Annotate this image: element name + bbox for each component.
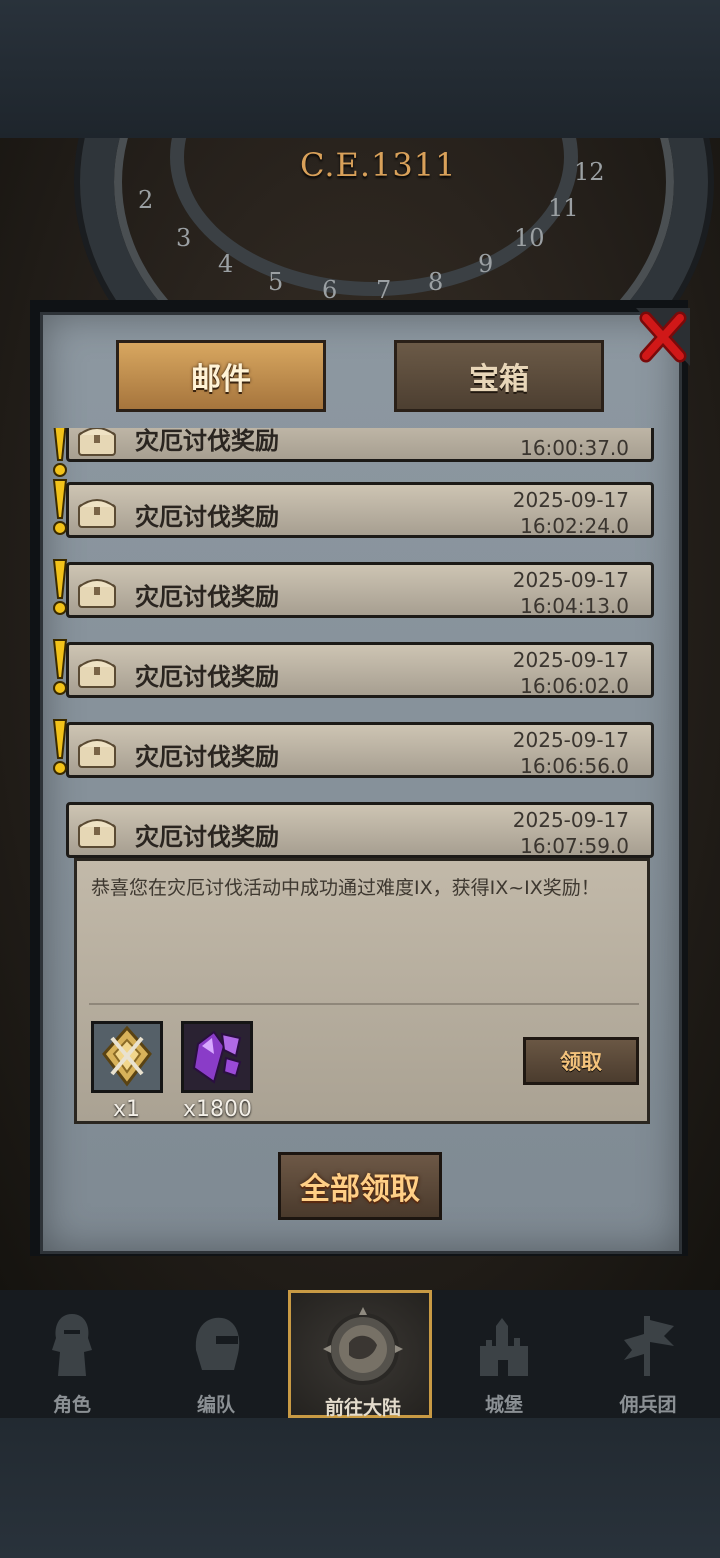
mail-title: 灾厄讨伐奖励 xyxy=(135,428,279,455)
nav-label: 编队 xyxy=(196,1394,235,1416)
year-label: C.E.1311 xyxy=(300,146,457,184)
chest-icon xyxy=(78,659,116,688)
chest-icon xyxy=(78,819,116,848)
month-number: 8 xyxy=(428,268,444,296)
nav-item-castle[interactable]: 城堡 xyxy=(432,1290,576,1418)
mail-time: 16:07:59.0 xyxy=(520,834,629,858)
medal-icon xyxy=(102,1025,152,1087)
close-icon xyxy=(636,308,690,366)
unread-alert-icon xyxy=(52,719,68,775)
reward-count: x1 xyxy=(113,1097,141,1122)
nav-label: 城堡 xyxy=(484,1394,523,1416)
nav-item-formation[interactable]: 编队 xyxy=(144,1290,288,1418)
chest-icon xyxy=(78,579,116,608)
month-number: 5 xyxy=(268,268,284,296)
reward-count: x1800 xyxy=(183,1097,253,1122)
nav-label: 前往大陆 xyxy=(324,1397,401,1419)
chest-icon xyxy=(78,499,116,528)
castle-icon xyxy=(480,1318,528,1376)
mail-time: 16:04:13.0 xyxy=(520,594,629,618)
knight-icon xyxy=(52,1314,92,1376)
close-button[interactable] xyxy=(636,308,690,366)
bottom-nav: 角色 编队 前往大陆 城堡 佣兵团 xyxy=(0,1290,720,1419)
helmet-icon xyxy=(195,1317,240,1370)
mail-item[interactable]: 灾厄讨伐奖励 2025-09-17 16:06:02.0 xyxy=(66,642,654,698)
unread-alert-icon xyxy=(52,479,68,535)
mail-title: 灾厄讨伐奖励 xyxy=(135,663,279,691)
mail-time: 16:06:56.0 xyxy=(520,754,629,778)
nav-item-continent[interactable]: 前往大陆 xyxy=(288,1290,432,1419)
compass-map-icon xyxy=(323,1307,403,1385)
banner-icon xyxy=(624,1316,674,1376)
mail-item[interactable]: 灾厄讨伐奖励 16:00:37.0 xyxy=(66,428,654,462)
mail-date: 2025-09-17 16:02:24.0 xyxy=(512,488,629,538)
tab-mail[interactable]: 邮件 xyxy=(116,340,326,412)
nav-label: 角色 xyxy=(52,1394,91,1416)
reward-item[interactable] xyxy=(181,1021,253,1093)
unread-alert-icon xyxy=(53,428,67,477)
top-status-band xyxy=(0,0,720,138)
tab-chest[interactable]: 宝箱 xyxy=(394,340,604,412)
month-number: 12 xyxy=(574,158,605,186)
mail-time: 16:02:24.0 xyxy=(520,514,629,538)
month-number: 9 xyxy=(478,250,494,278)
purple-crystal-icon xyxy=(192,1030,242,1084)
claim-button[interactable]: 领取 xyxy=(523,1037,639,1085)
mail-date: 16:00:37.0 xyxy=(520,435,629,461)
month-number: 3 xyxy=(176,224,192,252)
mail-title: 灾厄讨伐奖励 xyxy=(135,743,279,771)
reward-item[interactable] xyxy=(91,1021,163,1093)
chest-icon xyxy=(78,428,116,456)
nav-label: 佣兵团 xyxy=(619,1394,677,1416)
unread-alert-icon xyxy=(52,559,68,615)
mail-item[interactable]: 灾厄讨伐奖励 2025-09-17 16:04:13.0 xyxy=(66,562,654,618)
unread-alert-icon xyxy=(52,639,68,695)
month-number: 2 xyxy=(138,186,154,214)
nav-item-mercenary[interactable]: 佣兵团 xyxy=(576,1290,720,1418)
bottom-band xyxy=(0,1418,720,1558)
month-number: 11 xyxy=(548,194,579,222)
month-number: 10 xyxy=(514,224,545,252)
claim-all-button[interactable]: 全部领取 xyxy=(278,1152,442,1220)
month-number: 4 xyxy=(218,250,234,278)
mail-item[interactable]: 灾厄讨伐奖励 2025-09-17 16:06:56.0 xyxy=(66,722,654,778)
mail-item[interactable]: 灾厄讨伐奖励 2025-09-17 16:02:24.0 xyxy=(66,482,654,538)
mail-time: 16:06:02.0 xyxy=(520,674,629,698)
mail-date: 2025-09-17 16:06:02.0 xyxy=(512,648,629,698)
nav-item-character[interactable]: 角色 xyxy=(0,1290,144,1418)
mail-item-selected[interactable]: 灾厄讨伐奖励 2025-09-17 16:07:59.0 xyxy=(66,802,654,858)
chest-icon xyxy=(78,739,116,768)
mail-date: 2025-09-17 16:07:59.0 xyxy=(512,808,629,858)
mail-message: 恭喜您在灾厄讨伐活动中成功通过难度IX，获得IX~IX奖励！ xyxy=(91,877,600,899)
mail-date: 2025-09-17 16:06:56.0 xyxy=(512,728,629,778)
mail-title: 灾厄讨伐奖励 xyxy=(135,503,279,531)
mail-title: 灾厄讨伐奖励 xyxy=(135,583,279,611)
divider xyxy=(89,1003,639,1005)
mail-time: 16:00:37.0 xyxy=(520,436,629,460)
mail-title: 灾厄讨伐奖励 xyxy=(135,823,279,851)
mail-detail: 恭喜您在灾厄讨伐活动中成功通过难度IX，获得IX~IX奖励！ x1 x1800 … xyxy=(74,858,650,1124)
mail-date: 2025-09-17 16:04:13.0 xyxy=(512,568,629,618)
